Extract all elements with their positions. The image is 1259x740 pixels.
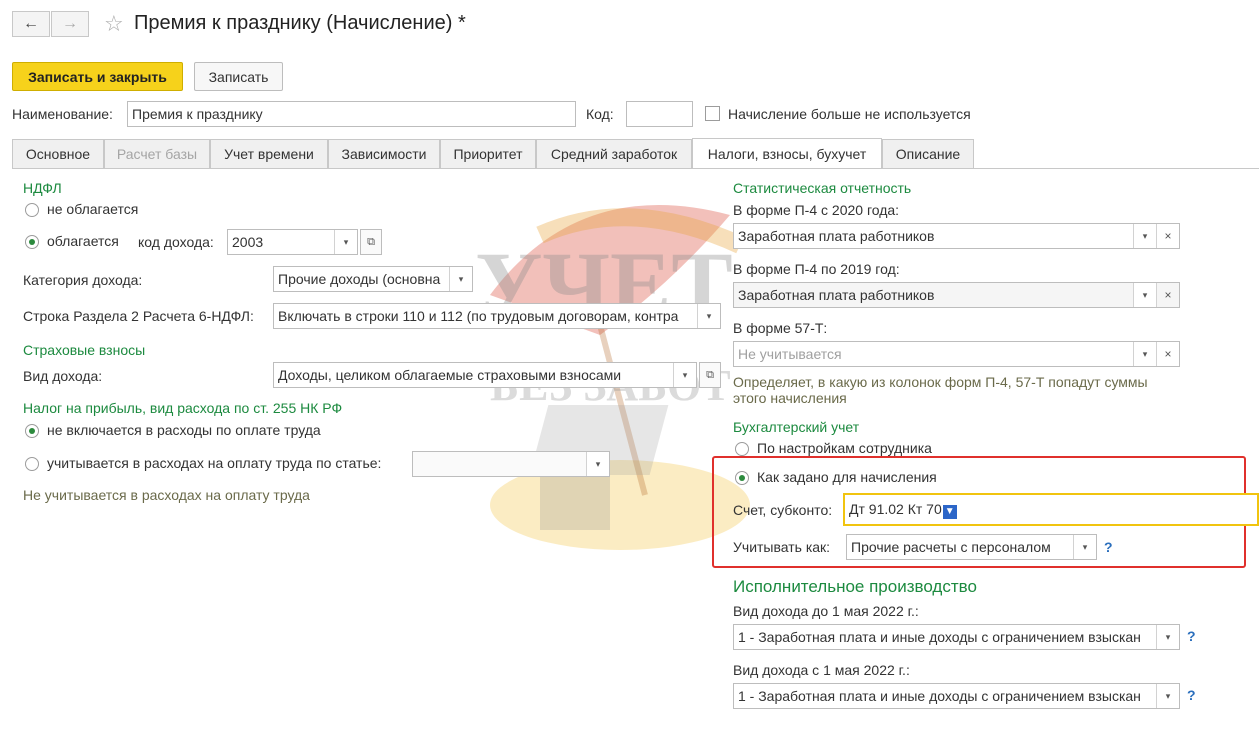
accounting-heading: Бухгалтерский учет bbox=[733, 419, 860, 435]
tab-description[interactable]: Описание bbox=[882, 139, 974, 168]
code-input[interactable] bbox=[626, 101, 693, 127]
enforcement-heading: Исполнительное производство bbox=[733, 577, 977, 596]
account-input[interactable]: Дт 91.02 Кт 70 ▼ bbox=[843, 493, 1259, 526]
ndfl-heading: НДФЛ bbox=[23, 180, 62, 196]
chevron-down-icon[interactable]: ▾ bbox=[1073, 535, 1096, 559]
tab-main[interactable]: Основное bbox=[12, 139, 104, 168]
account-value: Дт 91.02 Кт 70 bbox=[849, 500, 942, 517]
profit-not-included-label: не включается в расходы по оплате труда bbox=[47, 422, 321, 438]
chevron-down-icon[interactable]: ▾ bbox=[1156, 625, 1179, 649]
f57t-select[interactable]: Не учитывается ▾ × bbox=[733, 341, 1180, 367]
stats-heading: Статистическая отчетность bbox=[733, 180, 912, 196]
chevron-down-icon[interactable]: ▾ bbox=[1133, 283, 1156, 307]
help-icon[interactable]: ? bbox=[1187, 628, 1196, 644]
accounting-as-set-label: Как задано для начисления bbox=[757, 469, 937, 485]
p4-2020-select[interactable]: Заработная плата работников ▾ × bbox=[733, 223, 1180, 249]
enforcement-before-label: Вид дохода до 1 мая 2022 г.: bbox=[733, 603, 919, 619]
ndfl-not-taxed-radio[interactable] bbox=[25, 203, 39, 217]
code-label: Код: bbox=[586, 106, 614, 122]
enforcement-before-select[interactable]: 1 - Заработная плата и иные доходы с огр… bbox=[733, 624, 1180, 650]
account-label: Счет, субконто: bbox=[733, 502, 833, 518]
p4-2019-select[interactable]: Заработная плата работников ▾ × bbox=[733, 282, 1180, 308]
forward-button[interactable]: → bbox=[51, 11, 89, 37]
chevron-down-icon[interactable]: ▾ bbox=[1156, 684, 1179, 708]
6ndfl-line-value: Включать в строки 110 и 112 (по трудовым… bbox=[278, 308, 679, 324]
profit-article-select[interactable]: ▾ bbox=[412, 451, 610, 477]
accounting-by-employee-radio[interactable] bbox=[735, 442, 749, 456]
chevron-down-icon[interactable]: ▾ bbox=[697, 304, 720, 328]
chevron-down-icon[interactable]: ▾ bbox=[1133, 342, 1156, 366]
f57t-placeholder: Не учитывается bbox=[738, 346, 842, 362]
chevron-down-icon[interactable]: ▾ bbox=[673, 363, 696, 387]
profit-not-included-radio[interactable] bbox=[25, 424, 39, 438]
arrow-right-icon: → bbox=[62, 15, 78, 32]
tab-taxes[interactable]: Налоги, взносы, бухучет bbox=[692, 138, 882, 169]
6ndfl-line-select[interactable]: Включать в строки 110 и 112 (по трудовым… bbox=[273, 303, 721, 329]
p4-2019-value: Заработная плата работников bbox=[738, 287, 935, 303]
stats-note-line1: Определяет, в какую из колонок форм П-4,… bbox=[733, 374, 1148, 390]
category-select[interactable]: Прочие доходы (основна ▾ bbox=[273, 266, 473, 292]
insurance-income-type-label: Вид дохода: bbox=[23, 368, 103, 384]
star-icon[interactable]: ☆ bbox=[104, 11, 124, 37]
chevron-down-icon[interactable]: ▾ bbox=[586, 452, 609, 476]
enforcement-after-value: 1 - Заработная плата и иные доходы с огр… bbox=[738, 688, 1141, 704]
arrow-left-icon: ← bbox=[23, 15, 39, 32]
chevron-down-icon[interactable]: ▾ bbox=[449, 267, 472, 291]
record-as-value: Прочие расчеты с персоналом bbox=[851, 539, 1051, 555]
profit-tax-heading: Налог на прибыль, вид расхода по ст. 255… bbox=[23, 400, 343, 416]
tab-time-accounting[interactable]: Учет времени bbox=[210, 139, 328, 168]
account-marker-icon[interactable]: ▼ bbox=[942, 504, 957, 519]
ndfl-taxed-radio[interactable] bbox=[25, 235, 39, 249]
enforcement-after-select[interactable]: 1 - Заработная плата и иные доходы с огр… bbox=[733, 683, 1180, 709]
tab-priority[interactable]: Приоритет bbox=[440, 139, 536, 168]
6ndfl-line-label: Строка Раздела 2 Расчета 6-НДФЛ: bbox=[23, 308, 254, 324]
income-code-label: код дохода: bbox=[138, 234, 214, 250]
p4-2020-label: В форме П-4 с 2020 года: bbox=[733, 202, 900, 218]
help-icon[interactable]: ? bbox=[1187, 687, 1196, 703]
category-value: Прочие доходы (основна bbox=[278, 271, 441, 287]
stats-note-line2: этого начисления bbox=[733, 390, 847, 406]
tab-average-earnings[interactable]: Средний заработок bbox=[536, 139, 692, 168]
ndfl-taxed-label: облагается bbox=[47, 233, 119, 249]
record-as-label: Учитывать как: bbox=[733, 539, 831, 555]
p4-2020-value: Заработная плата работников bbox=[738, 228, 935, 244]
record-as-select[interactable]: Прочие расчеты с персоналом ▾ bbox=[846, 534, 1097, 560]
profit-included-radio[interactable] bbox=[25, 457, 39, 471]
enforcement-before-value: 1 - Заработная плата и иные доходы с огр… bbox=[738, 629, 1141, 645]
help-icon[interactable]: ? bbox=[1104, 539, 1113, 555]
accounting-as-set-radio[interactable] bbox=[735, 471, 749, 485]
open-icon[interactable]: ⧉ bbox=[360, 229, 382, 255]
income-code-value: 2003 bbox=[232, 234, 264, 250]
profit-note: Не учитывается в расходах на оплату труд… bbox=[23, 487, 310, 503]
p4-2019-label: В форме П-4 по 2019 год: bbox=[733, 261, 900, 277]
window-title: Премия к празднику (Начисление) * bbox=[134, 12, 466, 34]
clear-icon[interactable]: × bbox=[1156, 342, 1179, 366]
insurance-income-type-select[interactable]: Доходы, целиком облагаемые страховыми вз… bbox=[273, 362, 697, 388]
open-icon[interactable]: ⧉ bbox=[699, 362, 721, 388]
save-button[interactable]: Записать bbox=[194, 62, 283, 91]
category-label: Категория дохода: bbox=[23, 272, 143, 288]
chevron-down-icon[interactable]: ▾ bbox=[1133, 224, 1156, 248]
not-used-checkbox[interactable] bbox=[705, 106, 720, 121]
enforcement-after-label: Вид дохода с 1 мая 2022 г.: bbox=[733, 662, 910, 678]
name-input[interactable]: Премия к празднику bbox=[127, 101, 576, 127]
back-button[interactable]: ← bbox=[12, 11, 50, 37]
save-and-close-button[interactable]: Записать и закрыть bbox=[12, 62, 183, 91]
accounting-by-employee-label: По настройкам сотрудника bbox=[757, 440, 932, 456]
name-label: Наименование: bbox=[12, 106, 113, 122]
insurance-heading: Страховые взносы bbox=[23, 342, 146, 358]
clear-icon[interactable]: × bbox=[1156, 283, 1179, 307]
f57t-label: В форме 57-Т: bbox=[733, 320, 828, 336]
chevron-down-icon[interactable]: ▾ bbox=[334, 230, 357, 254]
insurance-income-type-value: Доходы, целиком облагаемые страховыми вз… bbox=[278, 367, 622, 383]
not-used-label: Начисление больше не используется bbox=[728, 106, 971, 122]
ndfl-not-taxed-label: не облагается bbox=[47, 201, 139, 217]
income-code-select[interactable]: 2003 ▾ bbox=[227, 229, 358, 255]
tab-dependencies[interactable]: Зависимости bbox=[328, 139, 440, 168]
tab-base-calc[interactable]: Расчет базы bbox=[104, 139, 210, 168]
name-value: Премия к празднику bbox=[132, 106, 263, 122]
clear-icon[interactable]: × bbox=[1156, 224, 1179, 248]
tab-underline bbox=[12, 168, 1259, 169]
profit-included-label: учитывается в расходах на оплату труда п… bbox=[47, 455, 382, 471]
